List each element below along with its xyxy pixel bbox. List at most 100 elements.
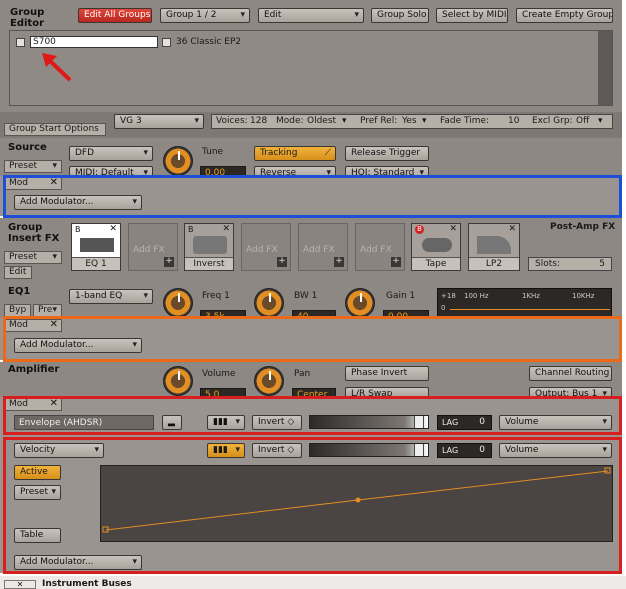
fx-slot-add-3[interactable]: Add FX + — [298, 223, 348, 271]
invert-button[interactable]: Invert ◇ — [252, 443, 302, 458]
excl-grp-value[interactable]: Off — [576, 115, 589, 128]
channel-routing-button[interactable]: Channel Routing — [529, 366, 612, 381]
close-icon[interactable]: ✕ — [449, 224, 457, 234]
close-icon[interactable]: ✕ — [50, 398, 58, 409]
voice-group-dropdown[interactable]: VG 3 — [114, 114, 204, 129]
tab-mod-source[interactable]: Mod ✕ — [4, 177, 62, 190]
mod-target-dropdown[interactable]: Volume — [499, 443, 612, 458]
mod-tab-label: Mod — [9, 178, 28, 188]
close-icon[interactable]: ✕ — [109, 224, 117, 234]
mod-target-dropdown[interactable]: Volume — [499, 415, 612, 430]
close-icon[interactable]: ✕ — [50, 319, 58, 330]
velocity-curve-editor[interactable] — [100, 465, 613, 542]
insert-fx-preset-dropdown[interactable]: Preset — [4, 251, 62, 264]
active-button[interactable]: Active — [14, 465, 61, 480]
lag-value[interactable]: 0 — [479, 444, 485, 457]
pref-rel-value[interactable]: Yes — [402, 115, 417, 128]
excl-grp-chevron-icon[interactable]: ▾ — [598, 115, 603, 128]
close-icon[interactable]: ✕ — [222, 224, 230, 234]
tracking-label: Tracking — [260, 148, 298, 158]
instrument-buses-label[interactable]: Instrument Buses — [42, 580, 132, 589]
fx-slot-inverst[interactable]: B ✕ Inverst — [184, 223, 234, 271]
add-modulator-dropdown[interactable]: Add Modulator... — [14, 555, 142, 570]
curve-point-end[interactable] — [604, 467, 611, 474]
tune-knob[interactable] — [163, 146, 193, 176]
group-select-dropdown[interactable]: Group 1 / 2 — [160, 8, 250, 23]
lag-field[interactable]: LAG 0 — [437, 443, 492, 458]
tab-mod-eq[interactable]: Mod ✕ — [4, 319, 62, 332]
close-icon[interactable]: ✕ — [50, 177, 58, 188]
lag-value[interactable]: 0 — [479, 416, 485, 429]
velocity-mod-panel: Velocity ▮▮▮ Invert ◇ LAG 0 Volume Activ… — [0, 435, 622, 573]
lag-field[interactable]: LAG 0 — [437, 415, 492, 430]
mod-shape-dropdown[interactable]: ▮▮▮ — [207, 443, 245, 458]
edit-all-groups-button[interactable]: Edit All Groups — [78, 8, 152, 23]
select-by-midi-button[interactable]: Select by MIDI — [436, 8, 508, 23]
group-checkbox[interactable] — [16, 38, 25, 47]
mode-value[interactable]: Oldest — [307, 115, 336, 128]
mode-chevron-icon[interactable]: ▾ — [342, 115, 347, 128]
edit-dropdown[interactable]: Edit — [258, 8, 364, 23]
bypass-icon[interactable]: B — [75, 225, 81, 234]
tab-group-start-options[interactable]: Group Start Options — [4, 123, 106, 136]
source-mode-dropdown[interactable]: DFD — [69, 146, 153, 161]
group-item-s700[interactable]: S700 — [16, 36, 158, 48]
mod-shape-dropdown[interactable]: ▮▮▮ — [207, 415, 245, 430]
insert-fx-edit-tab[interactable]: Edit — [4, 266, 32, 279]
add-fx-label: Add FX — [133, 245, 165, 255]
envelope-ahdsr-label[interactable]: Envelope (AHDSR) — [14, 415, 154, 430]
source-preset-dropdown[interactable]: Preset — [4, 160, 62, 173]
fx-slot-add-4[interactable]: Add FX + — [355, 223, 405, 271]
tab-mod-amp[interactable]: Mod ✕ — [4, 398, 62, 411]
gain-knob[interactable] — [345, 288, 375, 318]
group-solo-button[interactable]: Group Solo — [371, 8, 429, 23]
eq-bypass-tab[interactable]: Byp — [4, 304, 31, 317]
fx-slot-lp2[interactable]: ✕ LP2 — [468, 223, 520, 271]
close-icon[interactable]: ✕ — [4, 580, 36, 589]
fx-slot-tape[interactable]: B ✕ Tape — [411, 223, 461, 271]
velocity-curve[interactable] — [101, 466, 612, 541]
close-icon[interactable]: ✕ — [508, 224, 516, 234]
fx-slot-eq1[interactable]: B ✕ EQ 1 — [71, 223, 121, 271]
group-item-36-classic-ep2[interactable]: 36 Classic EP2 — [162, 36, 292, 48]
bypass-active-icon[interactable]: B — [415, 225, 424, 234]
eq-pre-tab[interactable]: Pre — [33, 304, 62, 317]
fx-slot-add-1[interactable]: Add FX + — [128, 223, 178, 271]
table-button[interactable]: Table — [14, 528, 61, 543]
voices-field: Voices: 128 Mode: Oldest ▾ Pref Rel: Yes… — [211, 114, 613, 129]
mod-intensity-slider[interactable] — [309, 443, 429, 457]
add-modulator-dropdown[interactable]: Add Modulator... — [14, 338, 142, 353]
release-trigger-button[interactable]: Release Trigger — [345, 146, 429, 161]
pan-knob[interactable] — [254, 366, 284, 396]
create-empty-group-button[interactable]: Create Empty Group — [516, 8, 613, 23]
mod-intensity-slider[interactable] — [309, 415, 429, 429]
add-icon[interactable]: + — [277, 257, 287, 267]
add-icon[interactable]: + — [164, 257, 174, 267]
fade-time-value[interactable]: 10 — [508, 115, 519, 128]
velocity-preset-dropdown[interactable]: Preset — [14, 485, 61, 500]
eq-type-dropdown[interactable]: 1-band EQ — [69, 289, 153, 304]
eq-response-display[interactable]: +18 0 100 Hz 1KHz 10KHz — [437, 288, 612, 322]
add-icon[interactable]: + — [391, 257, 401, 267]
mod-source-dropdown[interactable]: Velocity — [14, 443, 104, 458]
add-icon[interactable]: + — [334, 257, 344, 267]
group-list-scrollbar[interactable] — [598, 31, 612, 105]
invert-button[interactable]: Invert ◇ — [252, 415, 302, 430]
curve-point-mid[interactable] — [355, 497, 361, 503]
slots-value[interactable]: 5 — [599, 258, 605, 270]
voices-value[interactable]: 128 — [250, 115, 267, 128]
envelope-edit-icon[interactable]: ▂ — [162, 415, 182, 430]
group-checkbox[interactable] — [162, 38, 171, 47]
phase-invert-button[interactable]: Phase Invert — [345, 366, 429, 381]
invert-label: Invert — [258, 417, 285, 427]
freq-knob[interactable] — [163, 288, 193, 318]
add-modulator-dropdown[interactable]: Add Modulator... — [14, 195, 142, 210]
bypass-icon[interactable]: B — [188, 225, 194, 234]
tape-reels-icon — [422, 238, 452, 252]
fx-slot-add-2[interactable]: Add FX + — [241, 223, 291, 271]
group-editor-title-line1: Group — [10, 7, 45, 18]
tracking-button[interactable]: Tracking ⟋ — [254, 146, 336, 161]
bw-knob[interactable] — [254, 288, 284, 318]
pref-rel-chevron-icon[interactable]: ▾ — [422, 115, 427, 128]
volume-knob[interactable] — [163, 366, 193, 396]
